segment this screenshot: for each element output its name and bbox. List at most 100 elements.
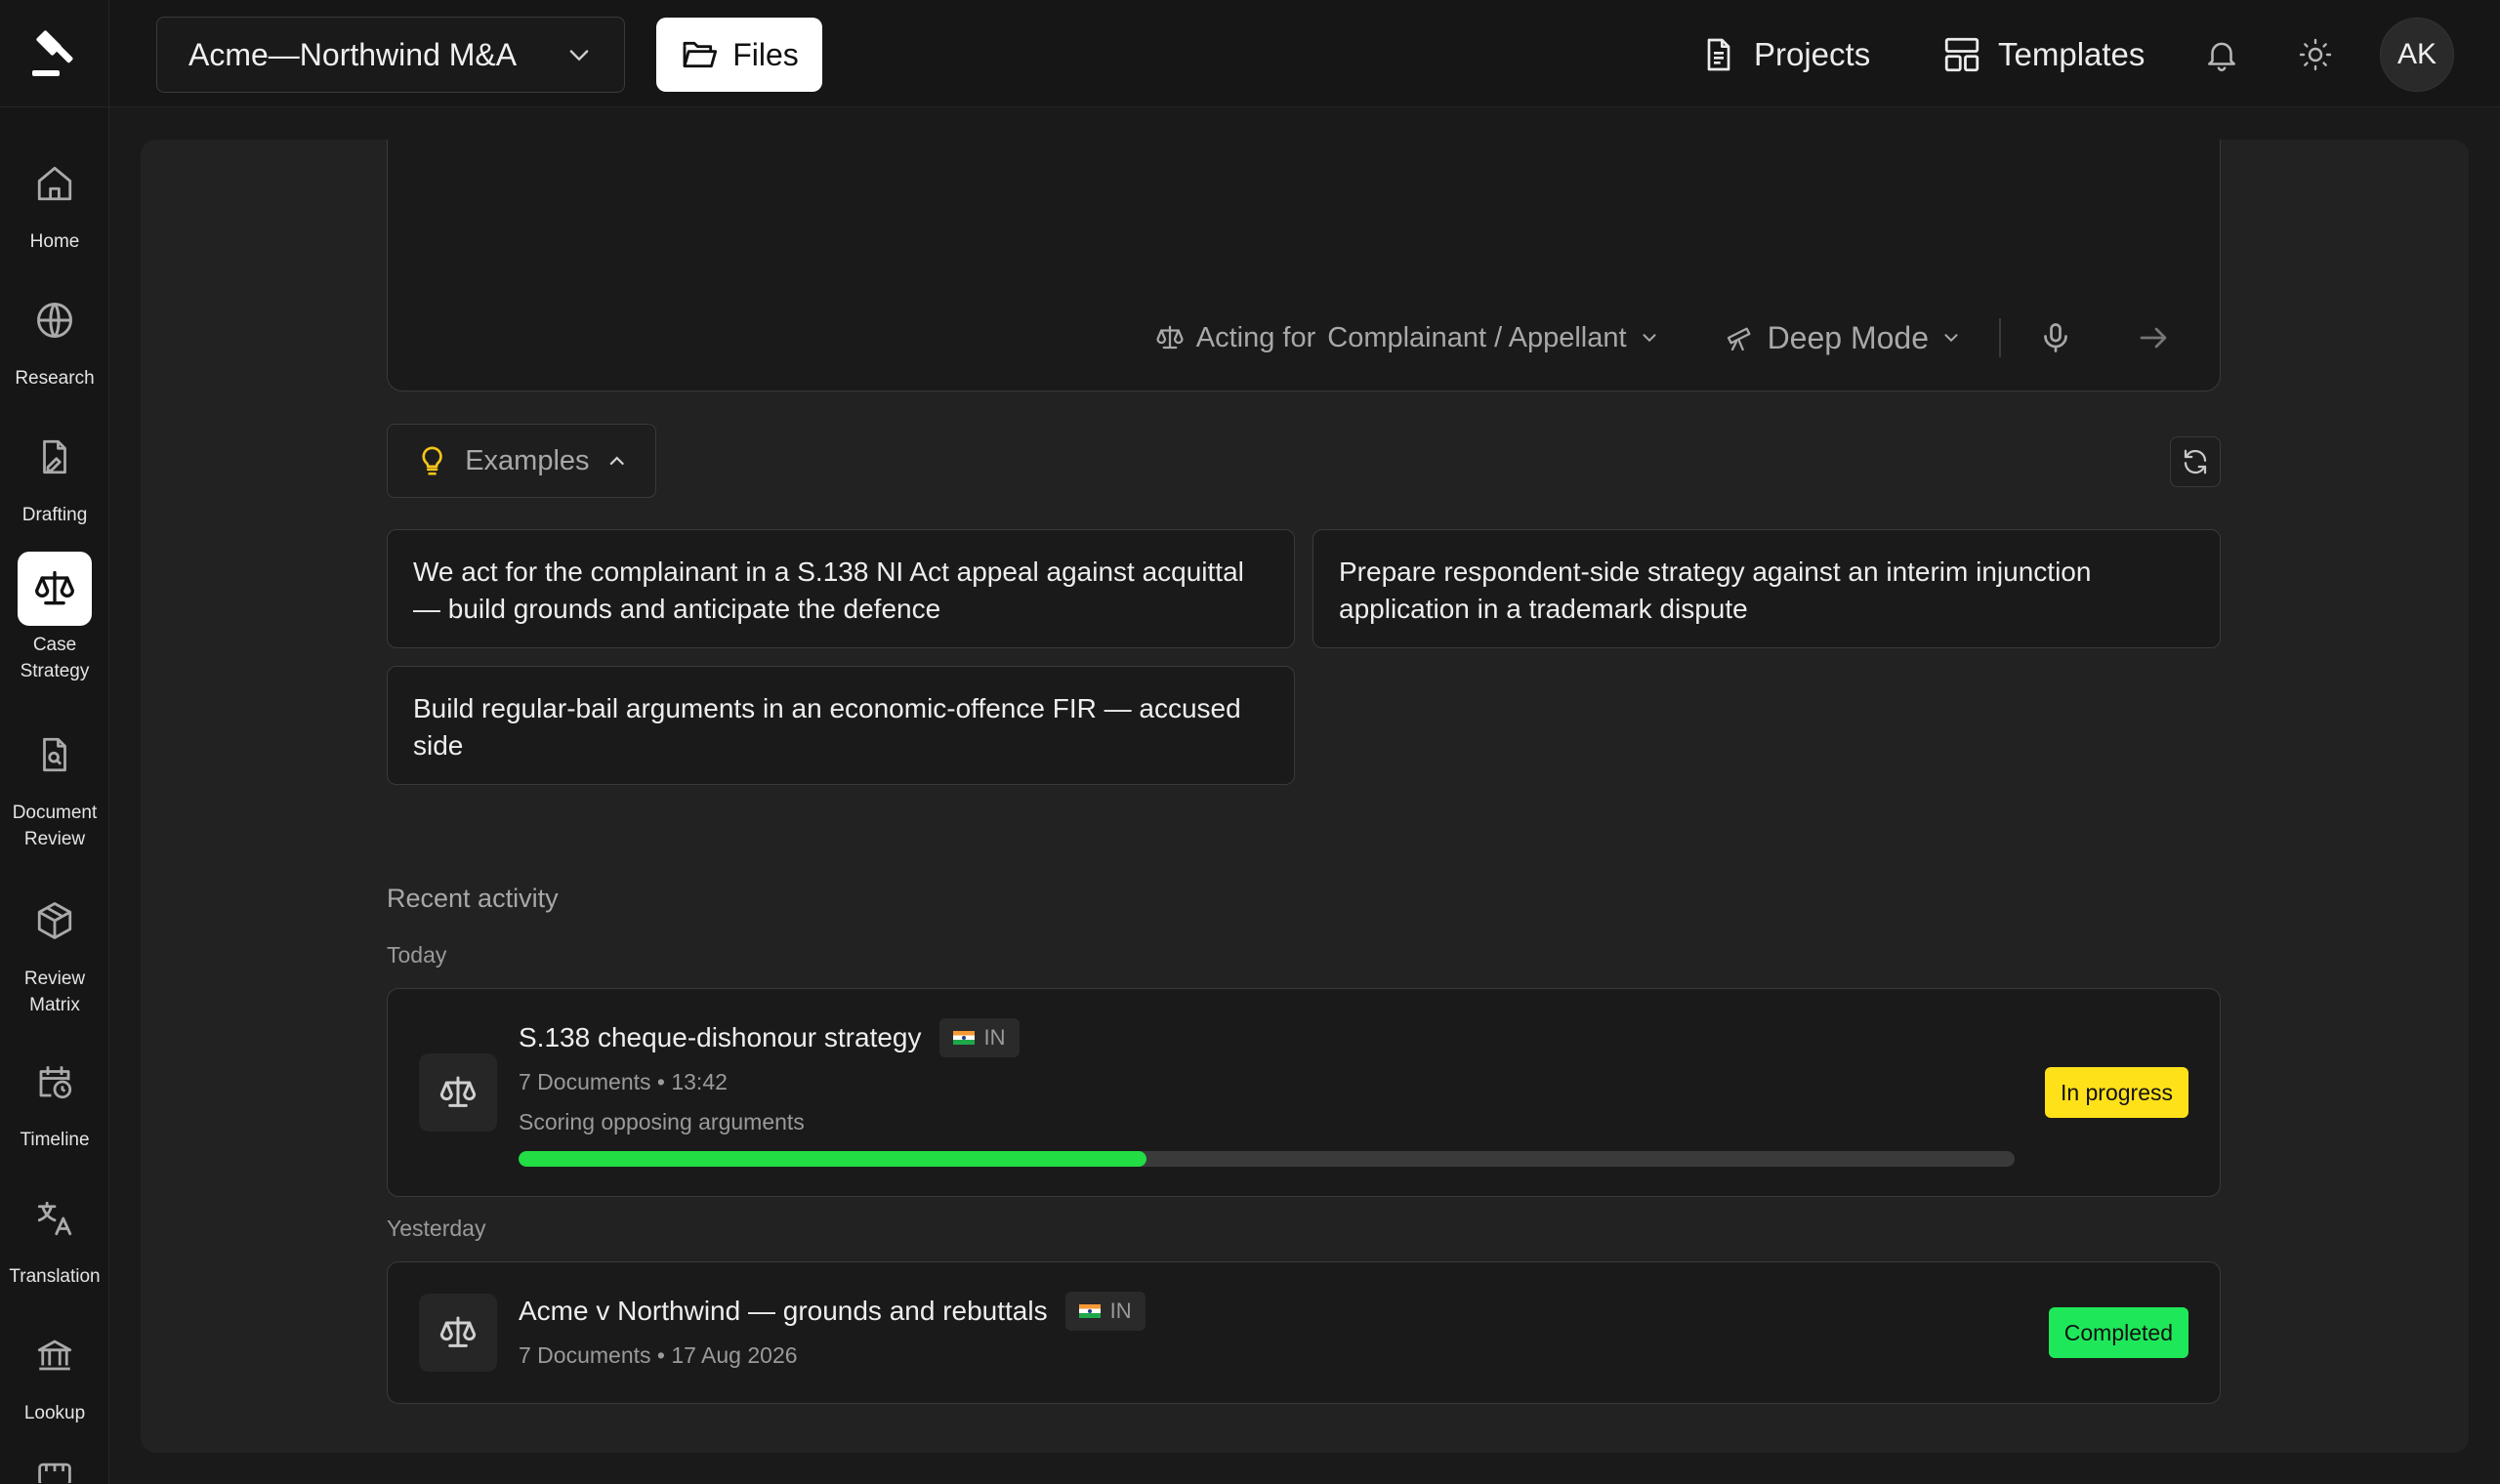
translate-icon xyxy=(18,1181,92,1256)
globe-icon xyxy=(18,283,92,357)
topbar: Acme—Northwind M&A Files Projects Templa… xyxy=(109,0,2500,107)
sidebar-item-label: Document Review xyxy=(12,803,98,849)
templates-label: Templates xyxy=(1998,36,2146,72)
layout-template-icon xyxy=(1944,37,1979,72)
activity-subtitle: Scoring opposing arguments xyxy=(519,1109,805,1134)
avatar[interactable]: AK xyxy=(2380,18,2454,92)
project-select[interactable]: Acme—Northwind M&A xyxy=(156,17,625,93)
arrow-right-icon xyxy=(2140,327,2167,349)
example-text: We act for the complainant in a S.138 NI… xyxy=(413,556,1244,624)
activity-card[interactable]: S.138 cheque-dishonour strategy IN 7 Doc… xyxy=(387,988,2221,1197)
divider xyxy=(1999,318,2001,357)
sidebar-item-translation[interactable]: Translation xyxy=(0,1181,109,1290)
recent-activity-title: Recent activity xyxy=(387,884,559,913)
acting-for-select[interactable]: Acting for Complainant / Appellant xyxy=(1155,322,1660,354)
progress-fill xyxy=(519,1151,1147,1167)
status-badge: In progress xyxy=(2044,1067,2188,1118)
day-label: Yesterday xyxy=(387,1216,486,1241)
activity-meta: 7 Documents • 17 Aug 2026 xyxy=(519,1342,798,1368)
microphone-icon xyxy=(2044,323,2067,352)
status-badge: Completed xyxy=(2048,1307,2188,1358)
mode-label: Deep Mode xyxy=(1767,319,1929,355)
example-card[interactable]: We act for the complainant in a S.138 NI… xyxy=(387,529,1295,648)
sidebar-item-case-strategy[interactable]: Case Strategy xyxy=(0,552,109,684)
scales-icon xyxy=(439,1316,477,1347)
examples-label: Examples xyxy=(465,444,590,476)
chevron-down-icon xyxy=(1643,334,1656,343)
bell-icon xyxy=(2208,42,2235,72)
draft-icon xyxy=(18,420,92,494)
activity-title-row: Acme v Northwind — grounds and rebuttals… xyxy=(519,1292,1146,1331)
examples-toggle[interactable]: Examples xyxy=(387,424,656,498)
example-text: Build regular-bail arguments in an econo… xyxy=(413,693,1241,761)
jurisdiction-badge: IN xyxy=(1064,1292,1146,1331)
sun-icon xyxy=(2299,38,2332,71)
acting-for-value: Complainant / Appellant xyxy=(1327,321,1627,353)
theme-toggle-button[interactable] xyxy=(2290,29,2341,80)
main-panel: Acting for Complainant / Appellant Deep … xyxy=(141,140,2469,1453)
activity-meta: 7 Documents • 13:42 xyxy=(519,1069,728,1094)
sidebar-item-label: Case Strategy xyxy=(20,635,90,681)
sidebar-item-label: Drafting xyxy=(21,505,88,525)
activity-title: Acme v Northwind — grounds and rebuttals xyxy=(519,1296,1048,1326)
sidebar-item-label: Lookup xyxy=(23,1403,86,1423)
jurisdiction-code: IN xyxy=(1109,1298,1132,1323)
files-button[interactable]: Files xyxy=(656,18,822,92)
progress-bar xyxy=(519,1151,2015,1167)
folder-icon xyxy=(683,41,718,68)
gavel-logo-icon xyxy=(32,29,73,76)
activity-card[interactable]: Acme v Northwind — grounds and rebuttals… xyxy=(387,1261,2221,1404)
mode-select[interactable]: Deep Mode xyxy=(1725,320,1962,356)
home-icon xyxy=(18,146,92,221)
sidebar-item-lookup[interactable]: Lookup xyxy=(0,1318,109,1426)
projects-link[interactable]: Projects xyxy=(1699,29,1870,80)
app-logo[interactable] xyxy=(0,0,109,107)
document-icon xyxy=(1707,38,1730,71)
lightbulb-icon xyxy=(422,446,442,475)
india-flag-icon xyxy=(1078,1304,1101,1318)
sidebar-item-document-review[interactable]: Document Review xyxy=(0,718,109,852)
send-button[interactable] xyxy=(2136,320,2171,355)
document-search-icon xyxy=(18,718,92,792)
sidebar-item-label: Review Matrix xyxy=(23,969,86,1015)
calendar-clock-icon xyxy=(18,1045,92,1119)
sidebar-item-label: Translation xyxy=(9,1266,101,1287)
projects-label: Projects xyxy=(1754,36,1871,72)
refresh-icon xyxy=(2184,449,2207,474)
bank-icon xyxy=(18,1318,92,1392)
day-label: Today xyxy=(387,942,447,968)
chevron-down-icon xyxy=(1944,334,1958,343)
prompt-box[interactable]: Acting for Complainant / Appellant Deep … xyxy=(387,140,2221,392)
scales-icon xyxy=(439,1076,477,1107)
example-text: Prepare respondent-side strategy against… xyxy=(1339,556,2092,624)
microphone-button[interactable] xyxy=(2038,320,2073,355)
example-card[interactable]: Build regular-bail arguments in an econo… xyxy=(387,666,1295,785)
example-card[interactable]: Prepare respondent-side strategy against… xyxy=(1312,529,2221,648)
sidebar-item-home[interactable]: Home xyxy=(0,146,109,255)
files-label: Files xyxy=(732,36,799,72)
chevron-down-icon xyxy=(569,50,589,62)
prompt-controls: Acting for Complainant / Appellant Deep … xyxy=(1155,318,2171,357)
india-flag-icon xyxy=(952,1031,975,1045)
project-name: Acme—Northwind M&A xyxy=(188,36,518,72)
telescope-icon xyxy=(1727,327,1751,351)
sidebar-item-drafting[interactable]: Drafting xyxy=(0,420,109,528)
activity-icon xyxy=(419,1053,497,1132)
sidebar-item-label: Research xyxy=(15,368,95,389)
activity-icon xyxy=(419,1294,497,1372)
sidebar-item-review-matrix[interactable]: Review Matrix xyxy=(0,884,109,1018)
refresh-examples-button[interactable] xyxy=(2170,436,2221,487)
notifications-button[interactable] xyxy=(2196,29,2247,80)
jurisdiction-badge: IN xyxy=(938,1018,1020,1057)
app: Home Research Drafting Case Strategy Doc xyxy=(0,0,2500,1484)
scales-icon xyxy=(1156,325,1184,350)
templates-link[interactable]: Templates xyxy=(1941,29,2145,80)
more-icon xyxy=(18,1460,92,1484)
sidebar-item-more[interactable] xyxy=(0,1460,109,1484)
sidebar-item-timeline[interactable]: Timeline xyxy=(0,1045,109,1153)
sidebar-item-research[interactable]: Research xyxy=(0,283,109,392)
jurisdiction-code: IN xyxy=(983,1025,1006,1050)
sidebar-item-label: Home xyxy=(29,231,80,252)
chevron-up-icon xyxy=(609,456,624,466)
activity-title: S.138 cheque-dishonour strategy xyxy=(519,1022,922,1052)
